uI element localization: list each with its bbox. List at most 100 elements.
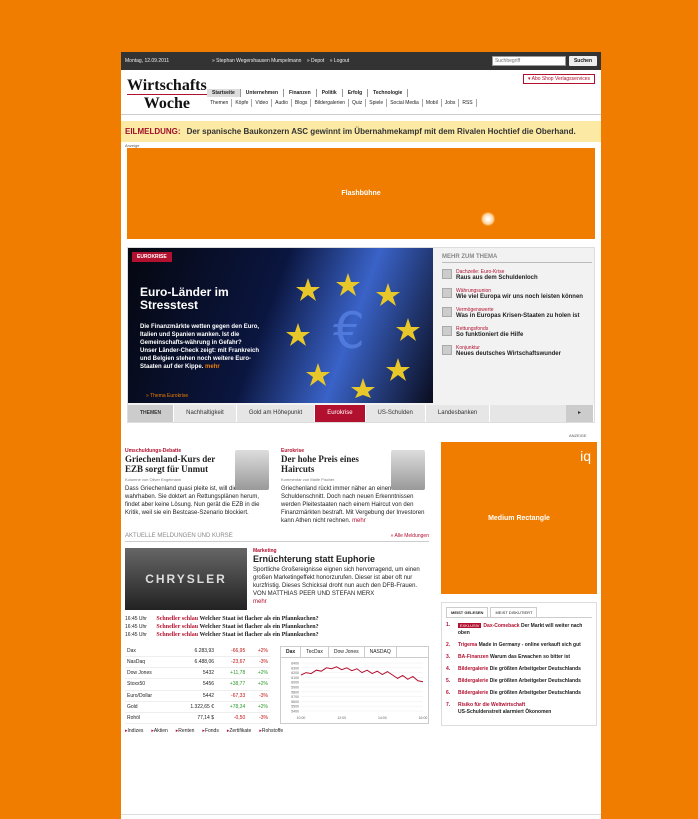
subnav-quiz[interactable]: Quiz <box>349 99 367 107</box>
market-row[interactable]: Dax 6.283,93 -66,95 +2% <box>125 646 270 658</box>
related-headline[interactable]: So funktioniert die Hilfe <box>456 332 523 339</box>
next-arrow-icon[interactable]: ▸ <box>565 405 594 422</box>
item-headline[interactable]: Die größten Arbeitgeber Deutschlands <box>490 690 581 696</box>
hero-title[interactable]: Euro-Länder im Stresstest <box>140 286 260 312</box>
commentary-title[interactable]: Der hohe Preis eines Haircuts <box>281 454 381 474</box>
subnav-spiele[interactable]: Spiele <box>366 99 388 107</box>
most-read-item[interactable]: 4. Bildergalerie Die größten Arbeitgeber … <box>446 666 592 673</box>
depot-link[interactable]: » Depot <box>307 58 325 64</box>
ticker-headline[interactable]: Welcher Staat ist flacher als ein Pfannk… <box>200 632 319 638</box>
all-news-link[interactable]: » Alle Meldungen <box>391 533 429 539</box>
link-rohstoffe[interactable]: Rohstoffe <box>259 728 283 734</box>
lead-news-story[interactable]: CHRYSLER Marketing Ernüchterung statt Eu… <box>125 548 429 610</box>
most-read-item[interactable]: 5. Bildergalerie Die größten Arbeitgeber … <box>446 678 592 685</box>
most-read-item[interactable]: 6. Bildergalerie Die größten Arbeitgeber … <box>446 690 592 697</box>
related-item[interactable]: Konjunktur Neues deutsches Wirtschaftswun… <box>442 345 592 358</box>
subnav-koepfe[interactable]: Köpfe <box>232 99 253 107</box>
abo-link[interactable]: ▾ Abo <box>528 76 541 82</box>
market-row[interactable]: Gold 1.322,65 € +78,34 +2% <box>125 701 270 713</box>
topic-gold[interactable]: Gold am Höhepunkt <box>237 405 316 422</box>
commentary-more-link[interactable]: mehr <box>352 518 366 524</box>
most-read-item[interactable]: 3. BA-Finanzen Warum das Erwachen so bitt… <box>446 654 592 661</box>
subnav-jobs[interactable]: Jobs <box>442 99 460 107</box>
chart-tab-dax[interactable]: Dax <box>281 647 302 657</box>
related-headline[interactable]: Neues deutsches Wirtschaftswunder <box>456 351 561 358</box>
nav-politik[interactable]: Politik <box>317 89 343 97</box>
nav-erfolg[interactable]: Erfolg <box>343 89 369 97</box>
related-headline[interactable]: Was in Europas Krisen-Staaten zu holen i… <box>456 313 579 320</box>
tab-most-read[interactable]: MEIST GELESEN <box>446 607 489 617</box>
related-item[interactable]: Rettungsfonds So funktioniert die Hilfe <box>442 326 592 339</box>
story-more-link[interactable]: mehr <box>253 599 267 605</box>
nav-technologie[interactable]: Technologie <box>368 89 409 97</box>
chart-tab-dowjones[interactable]: Dow Jones <box>329 647 365 657</box>
market-row[interactable]: Euro/Dollar 5442 -67,33 -3% <box>125 690 270 702</box>
subnav-video[interactable]: Video <box>252 99 273 107</box>
user-profile-link[interactable]: » Stephan Wegershausen Mumpelmann <box>212 58 301 64</box>
related-headline[interactable]: Wie viel Europa wir uns noch leisten kön… <box>456 294 583 301</box>
item-headline[interactable]: Die größten Arbeitgeber Deutschlands <box>490 678 581 684</box>
topic-link[interactable]: » Thema Eurokrise <box>146 393 188 399</box>
search-button[interactable]: Suchen <box>568 56 597 66</box>
ticker-item[interactable]: 16:45 Uhr Schneller schlau Welcher Staat… <box>125 632 429 638</box>
search-box: Suchen <box>491 56 597 66</box>
search-input[interactable] <box>491 56 566 66</box>
subnav-social-media[interactable]: Social Media <box>387 99 423 107</box>
chart-tab-nasdaq[interactable]: NASDAQ <box>365 647 397 657</box>
item-headline[interactable]: Warum das Erwachen so bitter ist <box>490 654 570 660</box>
verlagsservices-link[interactable]: Verlagsservices <box>555 76 590 82</box>
link-aktien[interactable]: Aktien <box>151 728 168 734</box>
market-row[interactable]: Rohöl 77,14 $ -0,50 -3% <box>125 712 270 725</box>
logout-link[interactable]: » Logout <box>330 58 349 64</box>
most-read-item[interactable]: 2. Trigema Made in Germany - online verka… <box>446 642 592 649</box>
commentary-item[interactable]: Eurokrise Der hohe Preis eines Haircuts … <box>281 448 429 525</box>
nav-finanzen[interactable]: Finanzen <box>284 89 317 97</box>
story-image[interactable]: CHRYSLER <box>125 548 247 610</box>
market-row[interactable]: Stoxx50 5456 +38,77 +2% <box>125 678 270 691</box>
hero-image[interactable]: EUROKRISE € Euro-Länder im Stresstest Di… <box>128 248 433 403</box>
subnav-bildergalerien[interactable]: Bildergalerien <box>311 99 350 107</box>
commentary-item[interactable]: Umschuldungs-Debatte Griechenland-Kurs d… <box>125 448 273 525</box>
ticker-item[interactable]: 16:45 Uhr Schneller schlau Welcher Staat… <box>125 616 429 622</box>
topic-eurokrise[interactable]: Eurokrise <box>315 405 366 422</box>
tab-most-discussed[interactable]: MEIST DISKUTIERT <box>490 607 538 617</box>
medium-rectangle-ad[interactable]: Medium Rectangle iq <box>441 442 597 594</box>
ticker-headline[interactable]: Welcher Staat ist flacher als ein Pfannk… <box>200 616 319 622</box>
flash-ad-banner[interactable]: Flashbühne <box>127 148 595 239</box>
link-renten[interactable]: Renten <box>176 728 194 734</box>
market-row[interactable]: Dow Jones 5432 +11,78 +2% <box>125 667 270 680</box>
story-title[interactable]: Ernüchterung statt Euphorie <box>253 554 429 564</box>
topic-nachhaltigkeit[interactable]: Nachhaltigkeit <box>174 405 237 422</box>
topic-us-schulden[interactable]: US-Schulden <box>366 405 426 422</box>
subnav-mobil[interactable]: Mobil <box>423 99 442 107</box>
subnav-audio[interactable]: Audio <box>272 99 292 107</box>
item-headline[interactable]: Made in Germany - online verkauft sich g… <box>479 642 581 648</box>
ticker-item[interactable]: 16:45 Uhr Schneller schlau Welcher Staat… <box>125 624 429 630</box>
nav-unternehmen[interactable]: Unternehmen <box>241 89 285 97</box>
breaking-text[interactable]: Der spanische Baukonzern ASC gewinnt im … <box>187 127 576 136</box>
ticker-headline[interactable]: Welcher Staat ist flacher als ein Pfannk… <box>200 624 319 630</box>
link-fonds[interactable]: Fonds <box>202 728 219 734</box>
related-headline[interactable]: Raus aus dem Schuldenloch <box>456 275 538 282</box>
subnav-themen[interactable]: Themen <box>207 99 233 107</box>
subnav-rss[interactable]: RSS <box>459 99 477 107</box>
item-headline[interactable]: US-Schuldenstreit alarmiert Ökonomen <box>458 709 551 715</box>
site-logo[interactable]: Wirtschafts Woche <box>127 78 207 112</box>
item-headline[interactable]: Die größten Arbeitgeber Deutschlands <box>490 666 581 672</box>
market-row[interactable]: NasDaq 6.488,06 -23,67 -3% <box>125 656 270 669</box>
link-zertifikate[interactable]: Zertifikate <box>227 728 251 734</box>
commentary-title[interactable]: Griechenland-Kurs der EZB sorgt für Unmu… <box>125 454 225 474</box>
subnav-blogs[interactable]: Blogs <box>292 99 312 107</box>
related-item[interactable]: Vermögenswerte Was in Europas Krisen-Staa… <box>442 307 592 320</box>
chart-tab-tecdax[interactable]: TecDax <box>301 647 329 657</box>
related-item[interactable]: Währungsunion Wie viel Europa wir uns noc… <box>442 288 592 301</box>
breaking-news-bar[interactable]: EILMELDUNG: Der spanische Baukonzern ASC… <box>121 121 601 142</box>
most-read-item[interactable]: 7. Risiko für die Weltwirtschaft US-Schuld… <box>446 702 592 716</box>
hero-more-link[interactable]: mehr <box>205 364 220 370</box>
related-item[interactable]: Dachzeile: Euro-Krise Raus aus dem Schuld… <box>442 269 592 282</box>
topic-landesbanken[interactable]: Landesbanken <box>426 405 491 422</box>
link-indizes[interactable]: Indizes <box>125 728 144 734</box>
most-read-item[interactable]: 1. EXKLUSIV Dax-Comeback Der Markt will we… <box>446 622 592 637</box>
shop-link[interactable]: Shop <box>542 76 554 82</box>
nav-startseite[interactable]: Startseite <box>207 89 241 97</box>
